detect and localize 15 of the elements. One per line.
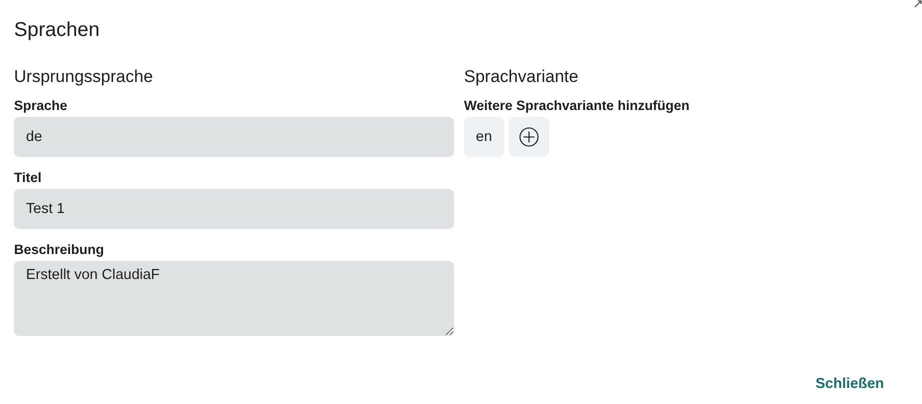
field-label: Titel: [14, 169, 43, 187]
dialog-title: Sprachen: [14, 18, 101, 43]
section-heading: Sprachvariante: [464, 66, 580, 88]
text-field[interactable]: de: [14, 117, 454, 157]
text-area[interactable]: Erstellt von ClaudiaF: [14, 261, 454, 336]
add-button[interactable]: [509, 117, 549, 157]
field-label: Beschreibung: [14, 241, 106, 259]
text-field[interactable]: Test 1: [14, 189, 454, 229]
close-button[interactable]: Schließen: [816, 372, 884, 396]
section-heading: Ursprungssprache: [14, 66, 154, 88]
field-label: Weitere Sprachvariante hinzufügen: [464, 97, 691, 115]
plus-icon: [519, 127, 539, 147]
field-label: Sprache: [14, 97, 68, 115]
expand-icon[interactable]: [914, 0, 922, 8]
language-chip[interactable]: en: [464, 117, 504, 157]
